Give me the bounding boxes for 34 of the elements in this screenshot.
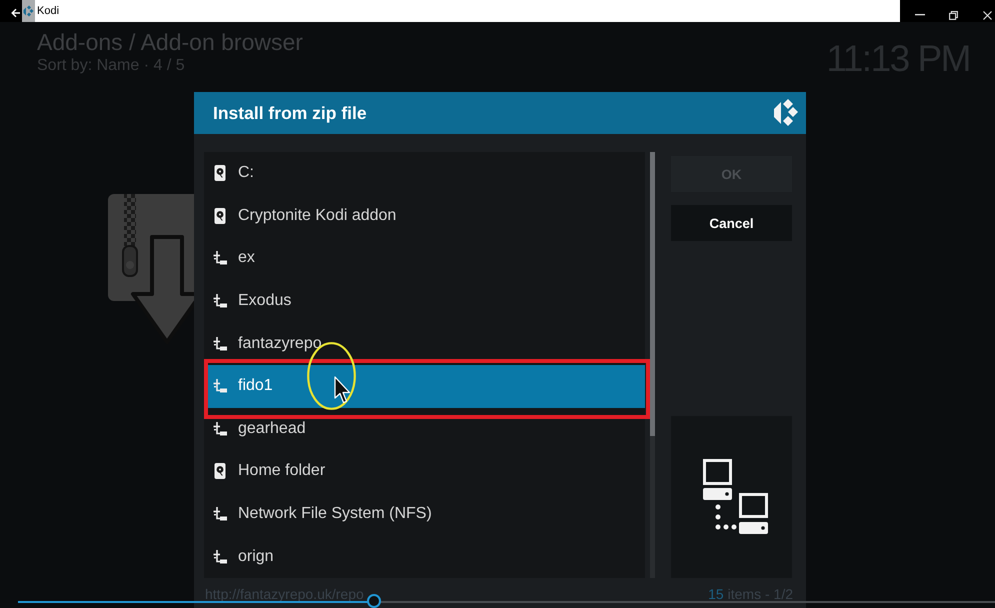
network-share-icon (213, 507, 227, 522)
back-arrow-icon[interactable] (11, 8, 21, 18)
app-icon (22, 0, 35, 22)
source-list-item[interactable]: orign (206, 535, 645, 578)
minimize-icon[interactable] (915, 14, 925, 16)
source-list-item[interactable]: Network File System (NFS) (206, 492, 645, 536)
source-list-item[interactable]: Home folder (206, 450, 645, 493)
network-share-icon (213, 550, 227, 564)
hard-drive-icon (213, 463, 227, 480)
scrollbar-thumb[interactable] (650, 152, 655, 436)
source-list-item[interactable]: ex (206, 237, 645, 280)
network-share-icon (213, 251, 227, 266)
source-list-item[interactable]: gearhead (206, 408, 645, 450)
dialog-title: Install from zip file (213, 102, 367, 124)
source-list-item[interactable]: fido1 (206, 364, 645, 408)
mouse-pointer-icon (334, 376, 351, 404)
source-list-item[interactable]: Cryptonite Kodi addon (206, 194, 645, 238)
close-icon[interactable] (983, 10, 992, 20)
source-list-item[interactable]: Exodus (206, 280, 645, 322)
dialog-button[interactable]: Cancel (671, 205, 792, 241)
restore-icon[interactable] (949, 10, 958, 20)
network-share-icon (213, 294, 227, 308)
network-share-icon (213, 336, 227, 351)
window-title: Kodi (37, 5, 60, 17)
hard-drive-icon (213, 165, 227, 182)
hard-drive-icon (213, 208, 227, 224)
scrollbar[interactable] (650, 152, 655, 578)
app-logo-icon (774, 99, 798, 127)
network-share-icon (213, 422, 227, 436)
item-count: 15 (708, 587, 724, 601)
networked-computers-icon (702, 459, 768, 535)
network-share-icon (213, 379, 227, 394)
source-list-item[interactable]: fantazyrepo (206, 322, 645, 365)
source-list-item[interactable]: C: (206, 152, 645, 195)
